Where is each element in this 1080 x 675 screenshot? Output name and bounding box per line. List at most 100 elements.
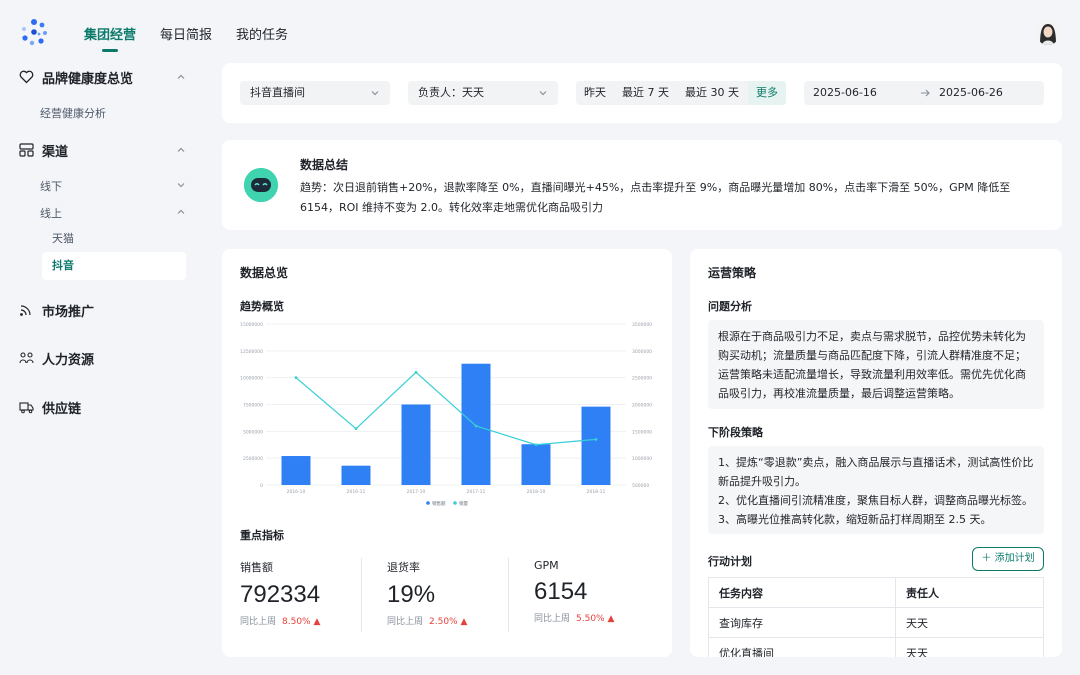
sidebar-group-label: 渠道	[42, 144, 69, 160]
chart-bar	[401, 404, 431, 485]
next-stage-item: 3、高曝光位推高转化款，缩短新品打样周期至 2.5 天。	[718, 513, 992, 526]
sidebar-group-channel[interactable]: 渠道	[18, 138, 188, 162]
sidebar-group-supply-chain[interactable]: 供应链	[18, 395, 188, 419]
divider	[361, 558, 362, 632]
kpi-sales: 销售额 792334 同比上周 8.50% ▲	[240, 559, 370, 637]
y-right-tick-label: 1500000	[632, 429, 652, 435]
kpi-compare: 同比上周 8.50% ▲	[240, 614, 370, 627]
tab-my-tasks[interactable]: 我的任务	[236, 24, 288, 43]
table-cell: 优化直播间	[708, 637, 896, 657]
tab-daily-brief[interactable]: 每日简报	[160, 24, 212, 43]
channel-icon	[18, 142, 34, 158]
chevron-up-icon	[177, 209, 185, 214]
sidebar-group-label: 供应链	[42, 401, 82, 417]
sidebar-item-douyin[interactable]: 抖音	[42, 252, 186, 280]
sidebar-group-label: 人力资源	[42, 352, 95, 368]
add-plan-button[interactable]: ＋ 添加计划	[972, 547, 1044, 571]
kpi-compare: 同比上周 5.50% ▲	[534, 611, 664, 624]
top-nav: 集团经营 每日简报 我的任务	[84, 24, 288, 43]
kpi-change: 2.50% ▲	[429, 617, 467, 627]
table-header-row: 任务内容 责任人	[708, 577, 1044, 608]
sidebar-group-brand-health[interactable]: 品牌健康度总览	[18, 65, 188, 89]
robot-icon	[244, 168, 278, 202]
next-stage-item: 1、提炼“零退款”卖点，融入商品展示与直播话术，测试高性价比新品提升吸引力。	[718, 456, 1034, 488]
chart-bar	[581, 406, 611, 485]
arrow-right-icon	[921, 89, 930, 97]
sidebar-item-label: 线下	[40, 180, 62, 193]
y-left-tick-label: 2500000	[243, 456, 263, 462]
y-right-tick-label: 1000000	[632, 456, 652, 462]
sidebar-item-offline[interactable]: 线下	[40, 178, 188, 193]
truck-icon	[18, 399, 34, 415]
kpi-change-value: 5.50%	[576, 614, 605, 624]
y-right-tick-label: 2500000	[632, 376, 652, 382]
chart-bar	[281, 456, 311, 485]
app-window: 集团经营 每日简报 我的任务 品牌健康度总览 经营健康分析 渠道 线下 线上 天…	[0, 0, 1080, 675]
sidebar-item-online[interactable]: 线上	[40, 205, 188, 220]
chevron-up-icon	[177, 147, 185, 152]
trend-chart: 0 2500000 5000000 7500000 10000000 12500000 15…	[240, 322, 652, 507]
chart-point	[474, 424, 478, 428]
range-yesterday[interactable]: 昨天	[576, 81, 614, 105]
people-icon	[18, 350, 34, 366]
triangle-up-icon: ▲	[460, 617, 468, 627]
sidebar-group-hr[interactable]: 人力资源	[18, 346, 188, 370]
overview-title: 数据总览	[240, 266, 289, 280]
sidebar-item-label: 线上	[40, 207, 62, 220]
next-stage-item: 2、优化直播间引流精准度，聚焦目标人群，调整商品曝光标签。	[718, 494, 1033, 507]
range-last-30-days[interactable]: 最近 30 天	[677, 81, 747, 105]
kpi-compare: 同比上周 2.50% ▲	[387, 614, 517, 627]
x-tick-label: 2017-11	[467, 489, 486, 495]
table-cell: 天天	[895, 637, 1044, 657]
y-right-tick-label: 500000	[632, 483, 649, 489]
triangle-up-icon: ▲	[313, 617, 321, 627]
y-left-tick-label: 15000000	[240, 322, 263, 328]
x-tick-label: 2017-10	[407, 489, 426, 495]
sidebar-group-label: 品牌健康度总览	[42, 71, 134, 87]
chevron-down-icon	[177, 183, 185, 188]
range-more-button[interactable]: 更多	[748, 81, 786, 105]
chart-point	[534, 443, 538, 447]
kpi-gpm: GPM 6154 同比上周 5.50% ▲	[534, 559, 664, 637]
trend-title: 趋势概览	[240, 300, 284, 313]
sidebar-item-tmall[interactable]: 天猫	[42, 225, 186, 253]
date-range-quick: 昨天 最近 7 天 最近 30 天 更多	[576, 81, 786, 105]
kpi-value: 6154	[534, 578, 588, 605]
kpi-label: GPM	[534, 559, 559, 572]
legend-marker-line	[453, 501, 457, 505]
owner-select[interactable]: 负责人：天天	[408, 81, 558, 105]
avatar[interactable]	[1036, 19, 1060, 45]
strategy-title: 运营策略	[708, 266, 757, 280]
channel-select-value: 抖音直播间	[250, 86, 305, 99]
sidebar-group-marketing[interactable]: 市场推广	[18, 298, 188, 322]
user-avatar-icon	[1036, 19, 1060, 45]
chart-bar	[521, 444, 551, 485]
date-range-picker[interactable]: 2025-06-16 2025-06-26	[804, 81, 1044, 105]
divider	[508, 558, 509, 632]
tab-group-operation[interactable]: 集团经营	[84, 24, 136, 43]
add-plan-label: 添加计划	[994, 553, 1035, 564]
kpi-change-value: 2.50%	[429, 617, 458, 627]
legend-marker-bar	[426, 501, 430, 505]
kpi-compare-label: 同比上周	[387, 617, 424, 627]
problem-text: 根源在于商品吸引力不足，卖点与需求脱节，品控优势未转化为购买动机；流量质量与商品…	[708, 320, 1044, 409]
chart-point	[414, 370, 418, 374]
table-row[interactable]: 查询库存 天天	[708, 607, 1044, 638]
chart-bar	[341, 465, 371, 485]
kpi-change: 5.50% ▲	[576, 614, 614, 624]
kpi-title: 重点指标	[240, 529, 284, 542]
x-tick-label: 2018-10	[527, 489, 546, 495]
kpi-compare-label: 同比上周	[240, 617, 277, 627]
table-row[interactable]: 优化直播间 天天	[708, 637, 1044, 657]
range-last-7-days[interactable]: 最近 7 天	[614, 81, 677, 105]
kpi-value: 19%	[387, 581, 436, 608]
y-left-tick-label: 7500000	[243, 403, 263, 409]
sidebar: 品牌健康度总览 经营健康分析 渠道 线下 线上 天猫 抖音 市场推广 人力资源 …	[0, 64, 200, 675]
triangle-up-icon: ▲	[607, 614, 615, 624]
chart-point	[294, 376, 298, 380]
next-stage-title: 下阶段策略	[708, 426, 763, 439]
chart-point	[354, 427, 358, 431]
sidebar-item-health-analysis[interactable]: 经营健康分析	[40, 105, 106, 121]
kpi-return-rate: 退货率 19% 同比上周 2.50% ▲	[387, 559, 517, 637]
channel-select[interactable]: 抖音直播间	[240, 81, 390, 105]
